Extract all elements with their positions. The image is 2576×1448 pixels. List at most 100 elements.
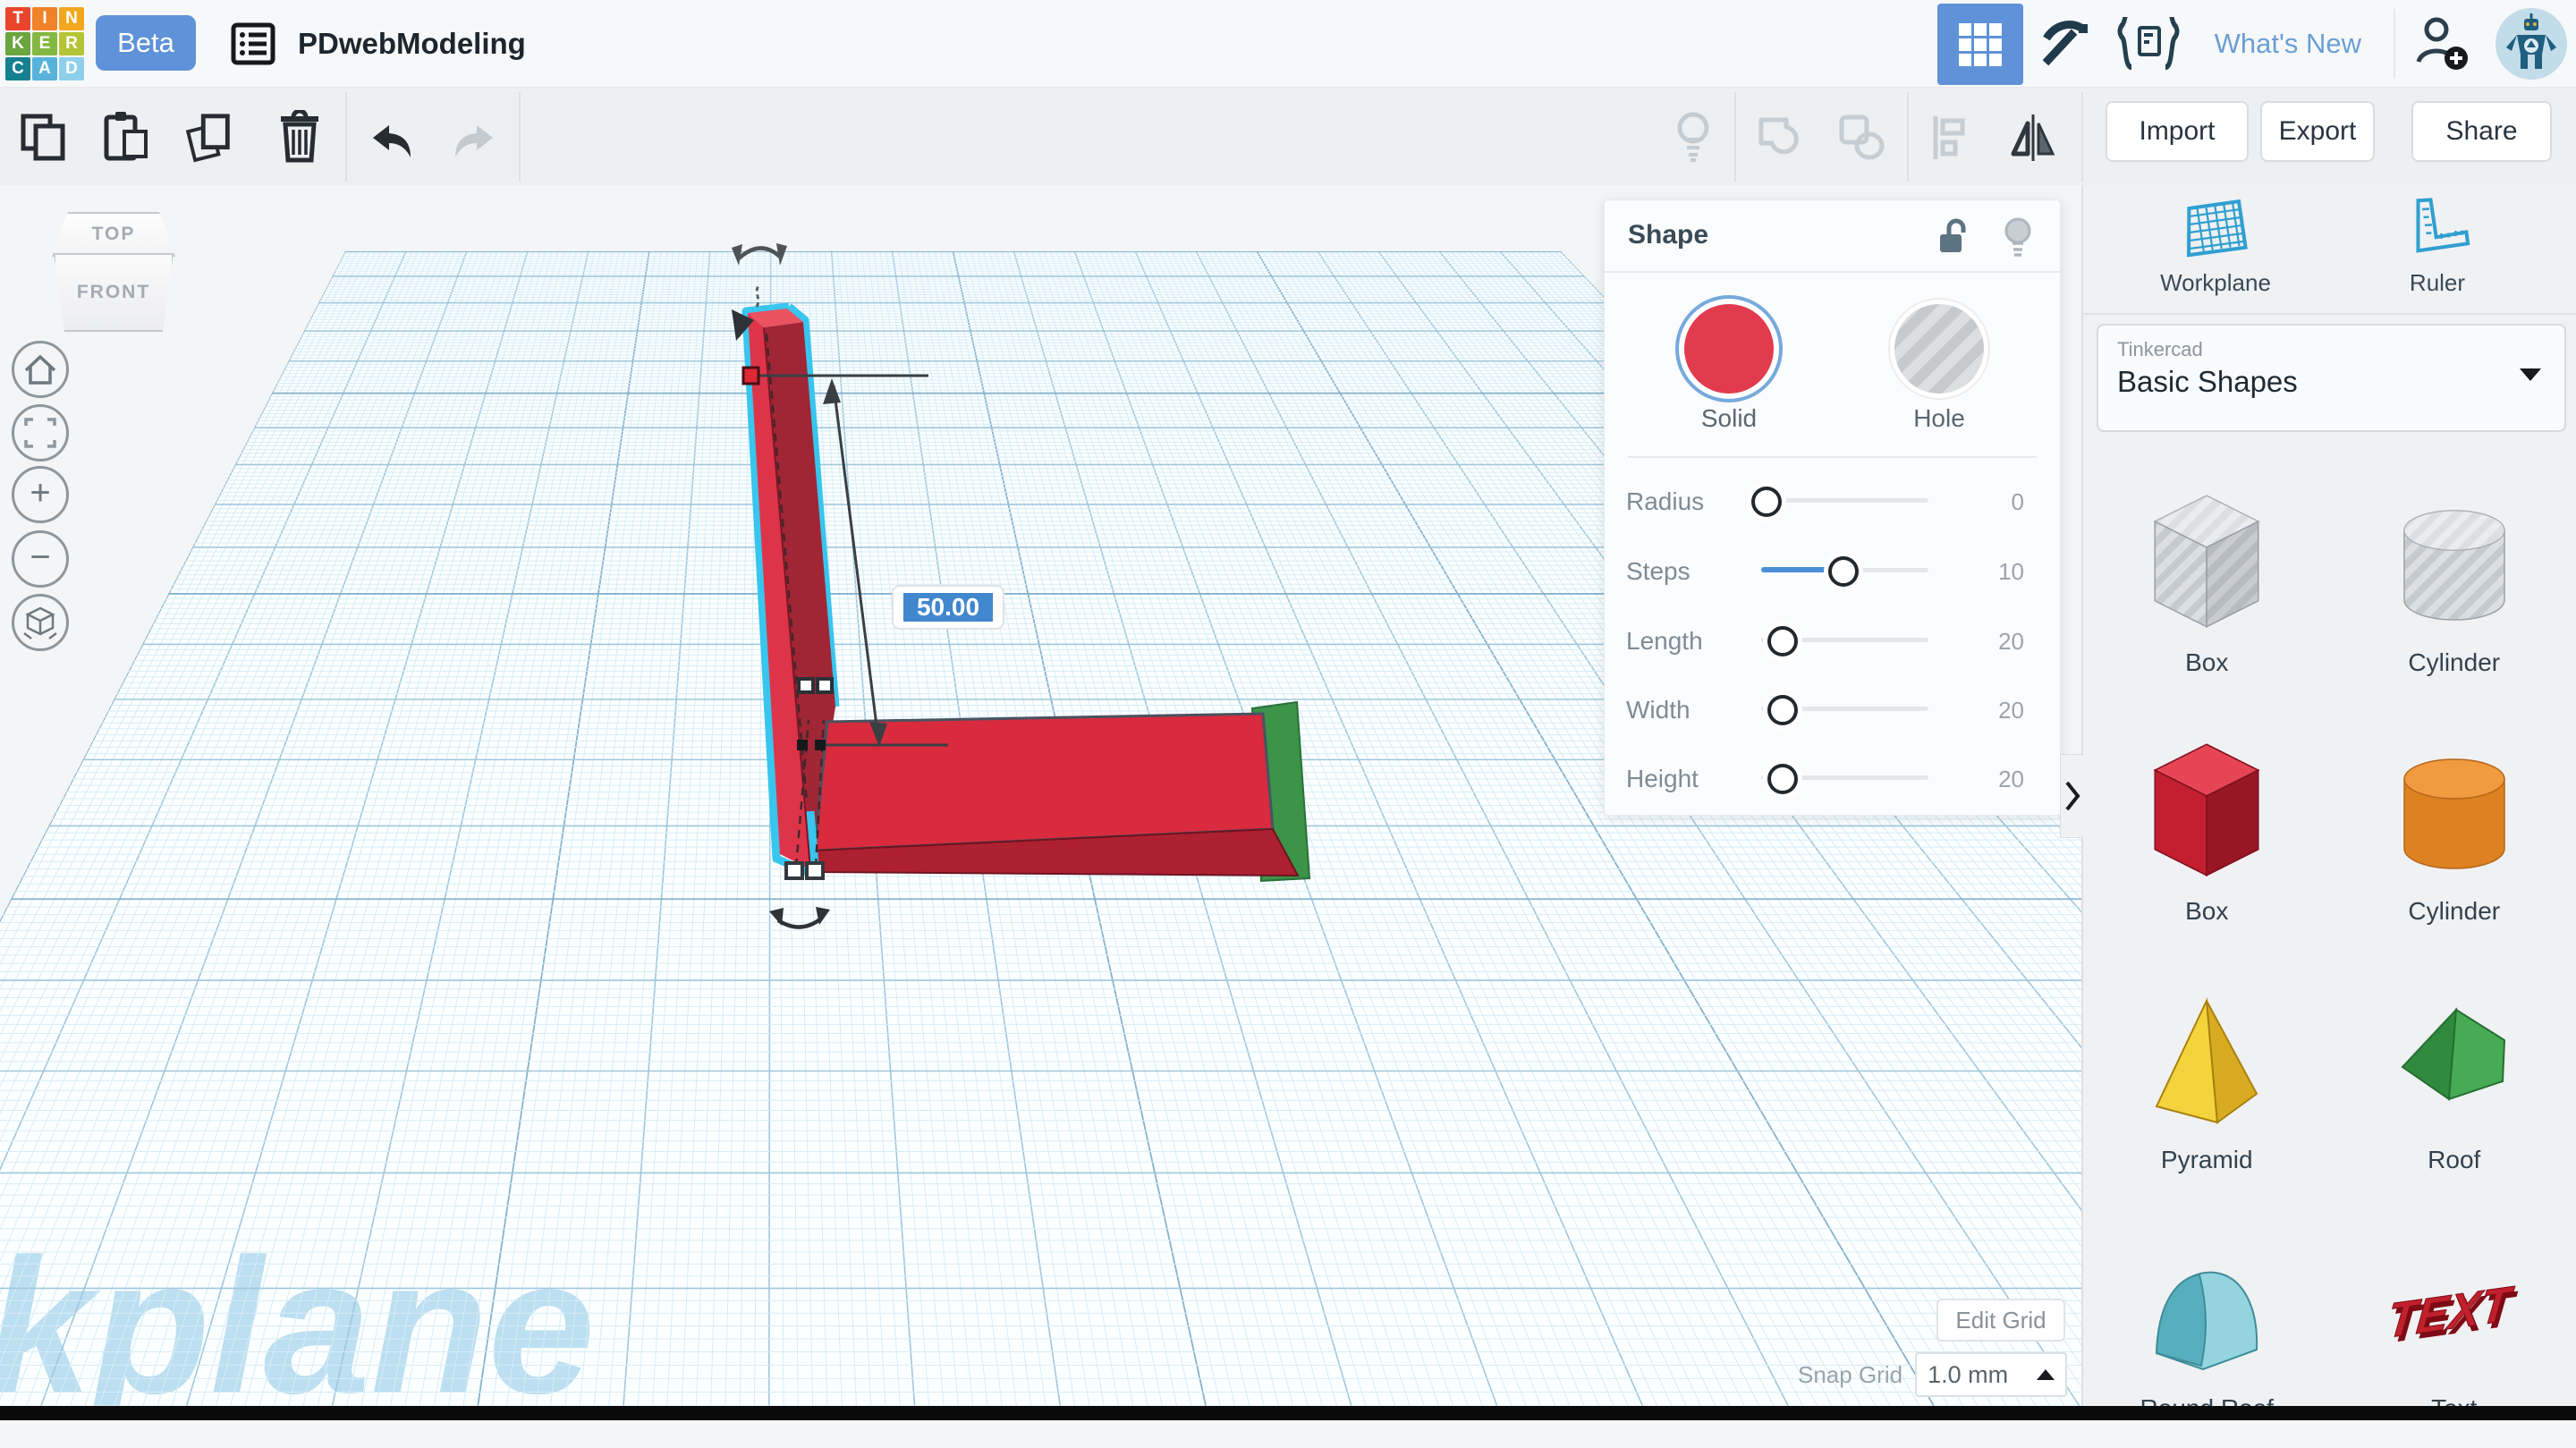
- view-cube-front-face[interactable]: FRONT: [54, 253, 174, 332]
- grid-icon: [1957, 21, 2004, 68]
- ungroup-button[interactable]: [1836, 106, 1888, 169]
- dimension-input[interactable]: 50.00: [893, 586, 1004, 629]
- share-button[interactable]: Share: [2411, 101, 2552, 162]
- mid-handle[interactable]: [818, 679, 832, 692]
- shape-item-roof[interactable]: Roof: [2331, 951, 2576, 1199]
- codeblocks-button[interactable]: [2106, 3, 2191, 84]
- corner-scale-handle[interactable]: [807, 863, 823, 878]
- minecraft-export-button[interactable]: [2023, 3, 2106, 84]
- shape-label: Pyramid: [2161, 1146, 2253, 1174]
- slider-label: Radius: [1626, 487, 1704, 516]
- solid-label: Solid: [1684, 404, 1774, 433]
- mirror-button[interactable]: [2007, 106, 2059, 169]
- zoom-out-button[interactable]: −: [12, 530, 69, 588]
- logo-letter: I: [32, 7, 57, 30]
- lock-button[interactable]: [1935, 216, 1972, 262]
- corner-scale-handle[interactable]: [786, 863, 802, 878]
- logo-letter: T: [5, 7, 30, 30]
- hole-box-icon: [2140, 473, 2274, 636]
- align-icon: [1927, 113, 1975, 163]
- logo-letter: E: [32, 32, 57, 55]
- radius-slider-knob[interactable]: [1751, 487, 1782, 517]
- unlocked-padlock-icon: [1935, 216, 1972, 258]
- hole-swatch[interactable]: [1894, 304, 1984, 394]
- home-view-button[interactable]: [12, 341, 69, 398]
- plus-icon: +: [30, 475, 50, 511]
- toolbar-divider: [1734, 92, 1736, 182]
- align-button[interactable]: [1925, 106, 1977, 169]
- design-menu-icon[interactable]: [231, 22, 275, 65]
- trash-icon: [275, 110, 324, 165]
- snap-grid-select[interactable]: 1.0 mm: [1915, 1352, 2067, 1397]
- solid-swatch[interactable]: [1684, 304, 1774, 394]
- slider-label: Height: [1626, 765, 1699, 793]
- base-handle[interactable]: [815, 740, 826, 750]
- shape-label: Roof: [2428, 1146, 2480, 1174]
- slider-label: Steps: [1626, 557, 1690, 586]
- show-all-button[interactable]: [1667, 106, 1719, 169]
- undo-icon: [366, 114, 416, 161]
- slider-value: 20: [1962, 697, 2024, 724]
- paste-button[interactable]: [100, 106, 152, 169]
- profile-avatar[interactable]: [2496, 8, 2567, 80]
- width-slider-row: Width 20: [1626, 694, 2038, 724]
- length-slider-knob[interactable]: [1767, 626, 1798, 656]
- width-slider-knob[interactable]: [1767, 695, 1798, 725]
- import-button[interactable]: Import: [2106, 101, 2249, 162]
- dashboard-grid-button[interactable]: [1937, 4, 2023, 85]
- shape-item-red-box[interactable]: Box: [2083, 702, 2331, 951]
- ruler-tool[interactable]: Ruler: [2339, 194, 2536, 297]
- lightbulb-icon: [1672, 110, 1715, 165]
- shape-label: Cylinder: [2408, 648, 2500, 677]
- shape-label: Box: [2185, 648, 2228, 677]
- fit-view-button[interactable]: [12, 404, 69, 461]
- steps-slider-knob[interactable]: [1828, 556, 1859, 587]
- header-actions: What's New: [1937, 0, 2567, 87]
- redo-button[interactable]: [449, 106, 501, 169]
- logo-letter: C: [5, 57, 30, 80]
- height-leader-line: [757, 285, 758, 307]
- shape-collection-dropdown[interactable]: Tinkercad Basic Shapes: [2097, 324, 2566, 432]
- copy-icon: [19, 112, 69, 164]
- edit-grid-button[interactable]: Edit Grid: [1936, 1299, 2065, 1342]
- height-scale-handle[interactable]: [743, 368, 758, 384]
- red-box-icon: [2140, 722, 2274, 885]
- perspective-cube-icon: [21, 603, 60, 642]
- shape-item-hole-box[interactable]: Box: [2083, 453, 2331, 702]
- whats-new-link[interactable]: What's New: [2215, 28, 2361, 60]
- base-handle[interactable]: [797, 740, 808, 750]
- perspective-toggle-button[interactable]: [12, 594, 69, 651]
- height-slider-knob[interactable]: [1767, 764, 1798, 794]
- length-slider-row: Length 20: [1626, 625, 2038, 656]
- shape-item-hole-cylinder[interactable]: Cylinder: [2331, 453, 2576, 702]
- collection-name: Basic Shapes: [2117, 365, 2298, 399]
- shape-item-orange-cylinder[interactable]: Cylinder: [2331, 702, 2576, 951]
- tinkercad-logo[interactable]: TINKERCAD: [5, 7, 84, 80]
- delete-button[interactable]: [274, 106, 326, 169]
- redo-icon: [450, 114, 500, 161]
- copy-button[interactable]: [18, 106, 70, 169]
- hide-button[interactable]: [2001, 216, 2035, 266]
- group-button[interactable]: [1753, 106, 1805, 169]
- zoom-in-button[interactable]: +: [12, 466, 69, 523]
- shape-inspector-panel: Shape Solid Hole Radius 0 Steps 10 Leng: [1604, 199, 2061, 816]
- edit-toolbar: Import Export Share: [0, 89, 2576, 185]
- design-title[interactable]: PDwebModeling: [298, 0, 526, 87]
- slider-label: Width: [1626, 696, 1690, 724]
- export-button[interactable]: Export: [2260, 101, 2375, 162]
- logo-letter: N: [59, 7, 84, 30]
- duplicate-button[interactable]: [184, 106, 236, 169]
- workplane-watermark: kplane: [0, 1218, 595, 1420]
- sidebar-collapse-button[interactable]: [2060, 754, 2083, 838]
- undo-button[interactable]: [365, 106, 417, 169]
- invite-user-button[interactable]: [2404, 3, 2481, 84]
- mid-handle[interactable]: [799, 679, 813, 692]
- view-cube[interactable]: TOP FRONT: [52, 212, 172, 330]
- paste-icon: [101, 110, 151, 165]
- workplane-tool[interactable]: Workplane: [2117, 194, 2314, 297]
- slider-track[interactable]: [1761, 498, 1928, 503]
- shape-item-pyramid[interactable]: Pyramid: [2083, 951, 2331, 1199]
- codeblocks-icon: [2117, 17, 2180, 71]
- snap-grid-controls: Snap Grid 1.0 mm: [1798, 1352, 2067, 1397]
- view-cube-top-face[interactable]: TOP: [52, 212, 175, 257]
